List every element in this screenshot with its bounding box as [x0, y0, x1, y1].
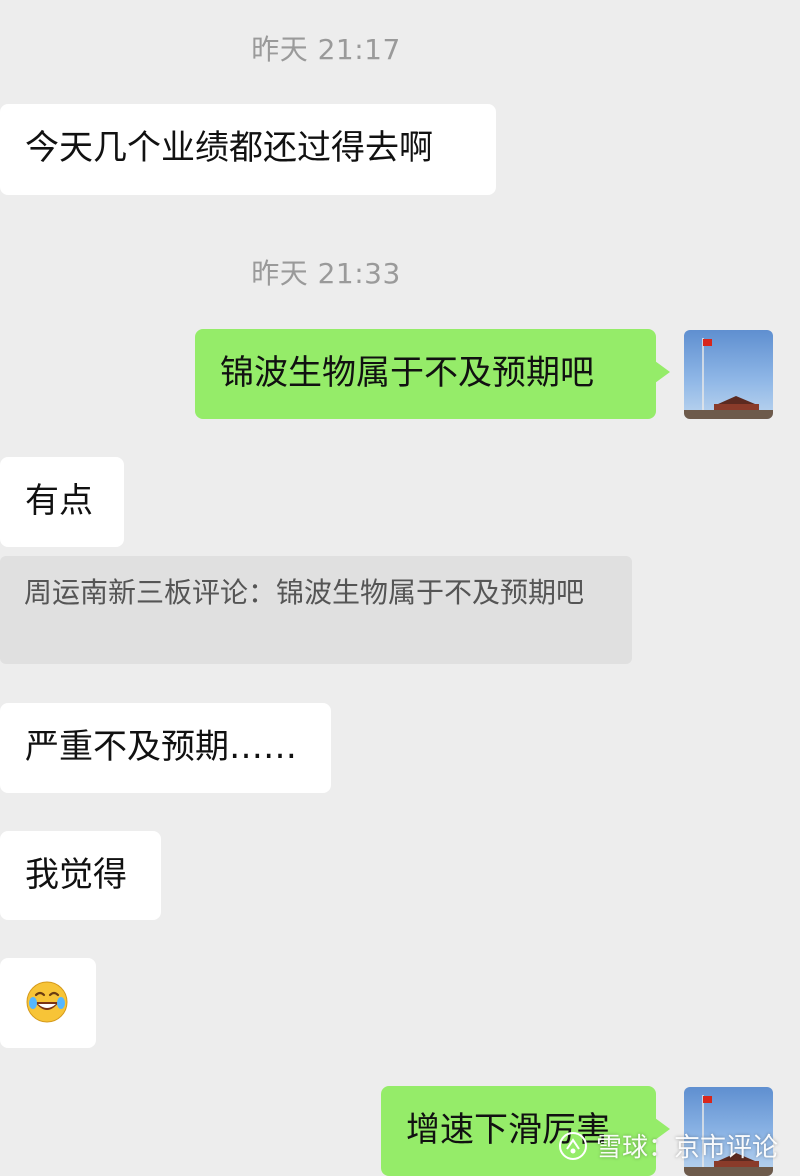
laughing-with-tears-emoji-icon [26, 981, 68, 1023]
message-text: 我觉得 [25, 855, 127, 895]
outgoing-message-bubble[interactable]: 锦波生物属于不及预期吧 [195, 329, 670, 419]
message-text: 严重不及预期…… [25, 727, 297, 767]
incoming-message-bubble[interactable]: 今天几个业绩都还过得去啊 [0, 104, 496, 195]
message-text: 锦波生物属于不及预期吧 [220, 353, 594, 393]
message-text: 今天几个业绩都还过得去啊 [25, 128, 433, 168]
xueqiu-logo-icon [558, 1131, 587, 1160]
incoming-message-bubble[interactable]: 我觉得 [0, 831, 161, 920]
incoming-message-bubble[interactable]: 有点 [0, 457, 124, 547]
message-text: 有点 [25, 481, 93, 521]
timestamp: 昨天 21:33 [251, 257, 401, 290]
quoted-message[interactable]: 周运南新三板评论：锦波生物属于不及预期吧 [0, 556, 632, 664]
timestamp: 昨天 21:17 [251, 33, 401, 66]
quoted-message-text: 周运南新三板评论：锦波生物属于不及预期吧 [24, 576, 585, 609]
watermark-text: 雪球：京市评论 [595, 1133, 778, 1163]
avatar-photo-icon [684, 338, 773, 419]
user-avatar[interactable] [684, 330, 773, 419]
xueqiu-watermark: 雪球：京市评论 [558, 1127, 778, 1164]
incoming-message-bubble[interactable]: 严重不及预期…… [0, 703, 331, 793]
incoming-message-bubble[interactable] [0, 958, 96, 1048]
